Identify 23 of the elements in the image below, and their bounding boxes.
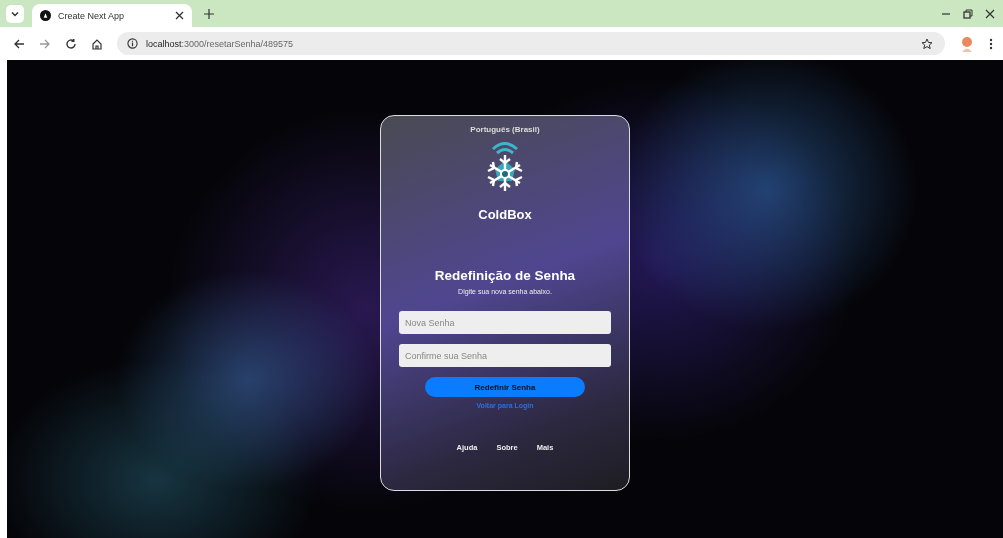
language-selector[interactable]: Português (Brasil) (470, 125, 540, 134)
tab-search-button[interactable] (6, 4, 24, 23)
address-bar[interactable]: localhost:3000/resetarSenha/489575 (117, 32, 945, 55)
password-field[interactable]: Nova Senha (399, 311, 611, 334)
info-icon (127, 38, 138, 49)
close-icon[interactable] (175, 11, 184, 20)
browser-tab[interactable]: Create Next App (32, 4, 192, 27)
close-icon[interactable] (985, 8, 995, 19)
menu-icon[interactable] (989, 37, 993, 50)
app-logo-icon (40, 10, 51, 21)
profile-avatar-icon[interactable] (959, 35, 975, 52)
reset-password-button[interactable]: Redefinir Senha (425, 377, 585, 397)
back-arrow-icon[interactable] (13, 37, 25, 50)
brand-name: ColdBox (478, 207, 532, 222)
home-icon[interactable] (91, 37, 103, 50)
new-tab-icon[interactable] (204, 8, 214, 19)
restore-icon[interactable] (963, 8, 973, 19)
reload-icon[interactable] (65, 37, 77, 50)
form-heading: Redefinição de Senha (434, 268, 576, 283)
star-icon[interactable] (921, 37, 933, 50)
password-field[interactable]: Confirme sua Senha (399, 344, 611, 367)
forward-arrow-icon[interactable] (39, 37, 51, 50)
url-text: localhost:3000/resetarSenha/489575 (146, 38, 294, 49)
